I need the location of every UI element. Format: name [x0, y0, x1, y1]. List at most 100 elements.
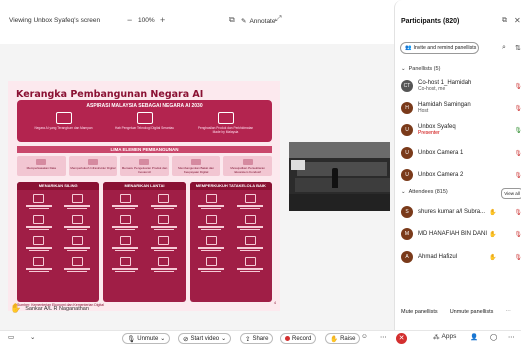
layout-icon[interactable]: ▭: [8, 333, 14, 341]
panellist-role: Host: [418, 108, 429, 114]
zoom-in-button[interactable]: +: [160, 15, 165, 25]
video-off-icon: ⊘: [183, 335, 189, 343]
attendee-row[interactable]: M MD HANAFIAH BIN DANI ✋ 🎙: [401, 225, 521, 243]
element-box: Memperkukuh Infrastruktur Digital: [68, 156, 118, 176]
panellist-row[interactable]: U Unbox Camera 1 🎙: [401, 144, 521, 162]
item-icon: [33, 215, 45, 224]
pillar-heading: MENARIKAN SILING: [17, 182, 100, 190]
avatar: U: [401, 169, 413, 181]
more-options-icon[interactable]: ⋯: [505, 309, 511, 315]
chat-icon[interactable]: ◯: [490, 333, 497, 341]
apps-button[interactable]: ⁂ Apps: [433, 333, 456, 341]
close-icon[interactable]: ✕: [514, 16, 521, 25]
attendees-header-label: Attendees (815): [408, 189, 448, 195]
mic-on-icon[interactable]: 🎙: [514, 127, 521, 134]
mic-muted-icon[interactable]: 🎙: [514, 105, 521, 112]
aspiration-heading: ASPIRASI MALAYSIA SEBAGAI NEGARA AI 2030: [86, 103, 203, 109]
elements-row: Memperkasakan Data Memperkukuh Infrastru…: [17, 156, 272, 176]
presentation-slide: Kerangka Pembangunan Negara AI ASPIRASI …: [8, 81, 280, 311]
element-label: Mewujudkan Persekitaran Ekosistem Kondus…: [230, 166, 265, 174]
popout-icon[interactable]: ⧉: [502, 17, 507, 25]
panellist-row[interactable]: CT Co-host 1_HamidahCo-host, me 🎙: [401, 77, 521, 95]
pen-icon: ✎: [241, 18, 247, 25]
pillar-item: [232, 236, 268, 254]
attendee-row[interactable]: S shures kumar a/l Subra... ✋ 🎙: [401, 203, 521, 221]
raised-hand-icon: ✋: [489, 254, 497, 261]
item-icon: [158, 257, 170, 266]
raise-hand-button[interactable]: ✋ Raise: [325, 333, 361, 344]
start-video-button[interactable]: ⊘ Start video ⌄: [178, 333, 232, 344]
participants-icon[interactable]: 👤: [470, 333, 478, 341]
expand-icon[interactable]: ⤢: [275, 14, 281, 24]
element-box: Membangunkan Bakat dan Keupayaan Digital: [171, 156, 221, 176]
mic-muted-icon[interactable]: 🎙: [514, 172, 521, 179]
more-panels-icon[interactable]: ⋯: [508, 333, 515, 341]
sort-icon[interactable]: ⇅: [515, 44, 521, 52]
item-icon: [158, 236, 170, 245]
item-icon: [71, 257, 83, 266]
slide-title: Kerangka Pembangunan Negara AI: [16, 89, 204, 100]
raised-hand-icon: ✋: [489, 209, 497, 216]
pillar-item: [60, 215, 96, 233]
zoom-out-button[interactable]: −: [127, 15, 132, 25]
aspiration-item: Penghasilan Produk dan Perkhidmatan Made…: [196, 112, 256, 134]
remote-control-icon[interactable]: ⧉: [229, 15, 235, 25]
speaker-name: Sankar A/L R Naganathan: [25, 305, 89, 312]
talent-icon: [191, 159, 202, 165]
item-icon: [205, 215, 217, 224]
reactions-icon[interactable]: ☺: [361, 333, 368, 340]
more-options-icon[interactable]: ⋯: [380, 333, 387, 341]
view-all-button[interactable]: View all: [501, 188, 521, 199]
panellist-role: Presenter: [418, 130, 440, 136]
avatar: U: [401, 124, 413, 136]
mute-panellists-button[interactable]: Mute panellists: [401, 309, 438, 315]
mic-muted-icon[interactable]: 🎙: [514, 150, 521, 157]
avatar: S: [401, 206, 413, 218]
attendees-section-header[interactable]: ⌄ Attendees (815): [401, 189, 448, 195]
mic-muted-icon[interactable]: 🎙: [514, 83, 521, 90]
mic-muted-icon[interactable]: 🎙: [514, 254, 521, 261]
camera-video-thumbnail[interactable]: [289, 142, 390, 211]
item-icon: [71, 194, 83, 203]
panellist-name: Unbox Camera 1: [418, 150, 464, 156]
mic-muted-icon[interactable]: 🎙: [514, 231, 521, 238]
aspiration-item-label: Hab Pengeluar Teknologi Digital Serantau: [114, 126, 175, 130]
invite-panellists-button[interactable]: 👥 Invite and remind panellists: [400, 42, 479, 54]
unmute-button[interactable]: 🎙 Unmute ⌄: [122, 333, 171, 344]
ecosystem-icon: [242, 159, 253, 165]
panellist-row[interactable]: H Hamidah SaminganHost 🎙: [401, 99, 521, 117]
start-video-label: Start video: [190, 335, 220, 342]
mic-muted-icon[interactable]: 🎙: [514, 209, 521, 216]
unmute-panellists-button[interactable]: Unmute panellists: [450, 309, 494, 315]
annotate-button[interactable]: ✎ Annotate: [237, 14, 279, 28]
attendee-row[interactable]: A Ahmad Hafizul ✋ 🎙: [401, 248, 521, 266]
search-icon[interactable]: ⌕: [502, 44, 506, 52]
item-icon: [119, 236, 131, 245]
chevron-down-icon[interactable]: ⌄: [30, 333, 35, 341]
hand-icon: ✋: [330, 335, 339, 343]
mic-off-icon: 🎙: [127, 335, 136, 343]
share-top-bar: Viewing Unbox Syafeq's screen − 100% + ⧉…: [0, 0, 394, 44]
pillar-item: [232, 257, 268, 275]
pillar-item: [107, 236, 143, 254]
pillar-item: [194, 236, 230, 254]
share-button[interactable]: ⇪ Share: [240, 333, 274, 344]
panellists-section-header[interactable]: ⌄ Panellists (5): [401, 66, 440, 72]
share-icon: ⇪: [245, 335, 251, 343]
item-icon: [205, 194, 217, 203]
panellists-header-label: Panellists (5): [408, 66, 441, 72]
item-icon: [119, 194, 131, 203]
record-button[interactable]: Record: [280, 333, 317, 344]
panellist-row[interactable]: U Unbox SyafeqPresenter 🎙: [401, 121, 521, 139]
item-icon: [71, 236, 83, 245]
aspiration-item: Negara AI yang Terangkum dan Mampan: [34, 112, 94, 134]
panellist-row[interactable]: U Unbox Camera 2 🎙: [401, 166, 521, 184]
item-icon: [205, 257, 217, 266]
pillar-item: [21, 257, 57, 275]
leave-meeting-icon[interactable]: ✕: [396, 333, 407, 344]
record-label: Record: [292, 335, 312, 342]
pillar-heading: MENARIKAN LANTAI: [103, 182, 186, 190]
attendee-name: Ahmad Hafizul: [418, 254, 458, 260]
element-box: Memacu Pengeluaran Produk dan Inovasi AI: [120, 156, 169, 176]
invite-label: Invite and remind panellists: [413, 45, 477, 51]
